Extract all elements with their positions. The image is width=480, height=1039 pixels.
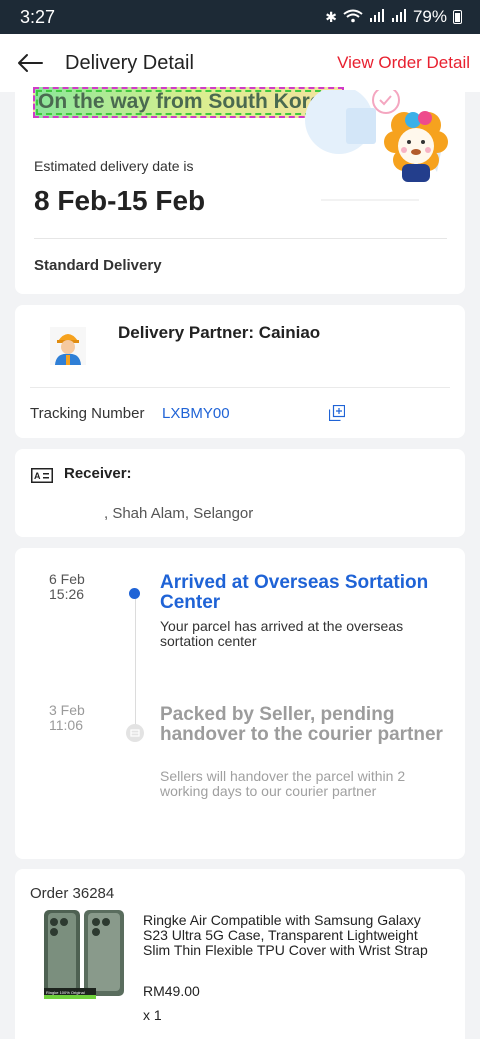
product-price: RM49.00: [143, 983, 200, 999]
receiver-address: , Shah Alam, Selangor: [104, 505, 254, 522]
copy-icon[interactable]: [329, 405, 345, 421]
product-name[interactable]: Ringke Air Compatible with Samsung Galax…: [143, 913, 443, 958]
timeline-event-date: 3 Feb 11:06: [49, 702, 85, 733]
timeline-event-title: Arrived at Overseas Sortation Center: [160, 572, 429, 613]
delivery-status-card: On the way from South Korea! Estimated d…: [15, 87, 465, 294]
battery-percent: 79%: [412, 7, 447, 26]
timeline-active-dot: [129, 588, 140, 599]
delivery-method: Standard Delivery: [34, 257, 162, 274]
timeline-event-title: Packed by Seller, pending handover to th…: [160, 704, 443, 745]
bluetooth-icon: ✱: [325, 8, 337, 25]
timeline-connector: [135, 592, 136, 732]
tracking-number-label: Tracking Number: [30, 405, 145, 422]
delivery-mascot-illustration: [305, 90, 448, 201]
delivery-partner-name: Delivery Partner: Cainiao: [118, 323, 321, 342]
signal-icon: [369, 8, 385, 26]
product-quantity: x 1: [143, 1007, 162, 1023]
svg-text:A: A: [34, 471, 41, 481]
timeline-event-date: 6 Feb 15:26: [49, 571, 85, 602]
tracking-number-value[interactable]: LXBMY00: [162, 405, 230, 422]
timeline-event-description: Your parcel has arrived at the overseas …: [160, 618, 404, 649]
product-image[interactable]: Ringke 100% Original: [40, 910, 128, 1000]
delivery-partner-card: Delivery Partner: Cainiao Tracking Numbe…: [15, 305, 465, 438]
status-bar: 3:27 ✱ 79%: [0, 0, 480, 34]
status-time: 3:27: [20, 6, 56, 27]
divider: [34, 238, 447, 239]
estimate-label: Estimated delivery date is: [34, 158, 194, 174]
id-card-icon: A: [31, 468, 53, 483]
timeline-event-description: Sellers will handover the parcel within …: [160, 768, 406, 799]
tracking-timeline-card: 6 Feb 15:26 Arrived at Overseas Sortatio…: [15, 548, 465, 859]
package-icon: [126, 724, 144, 742]
order-number: Order 36284: [30, 885, 115, 902]
courier-avatar-icon: [50, 327, 86, 365]
status-icons: ✱ 79%: [325, 7, 462, 27]
divider: [30, 387, 450, 388]
app-header: Delivery Detail View Order Detail: [0, 34, 480, 92]
receiver-label: Receiver:: [64, 465, 132, 482]
battery-icon: [453, 10, 462, 24]
wifi-calling-icon: [343, 9, 363, 26]
svg-text:Ringke 100% Original: Ringke 100% Original: [46, 990, 85, 995]
order-card[interactable]: Order 36284 Ringke 100% Original Ringke …: [15, 869, 465, 1039]
delivery-headline: On the way from South Korea!: [33, 87, 345, 118]
receiver-card: A Receiver: , Shah Alam, Selangor: [15, 449, 465, 537]
signal-icon-2: [391, 8, 407, 26]
view-order-detail-link[interactable]: View Order Detail: [337, 53, 470, 73]
back-arrow-icon[interactable]: [16, 49, 44, 77]
page-title: Delivery Detail: [65, 51, 194, 74]
estimated-delivery-date: 8 Feb-15 Feb: [34, 185, 206, 216]
